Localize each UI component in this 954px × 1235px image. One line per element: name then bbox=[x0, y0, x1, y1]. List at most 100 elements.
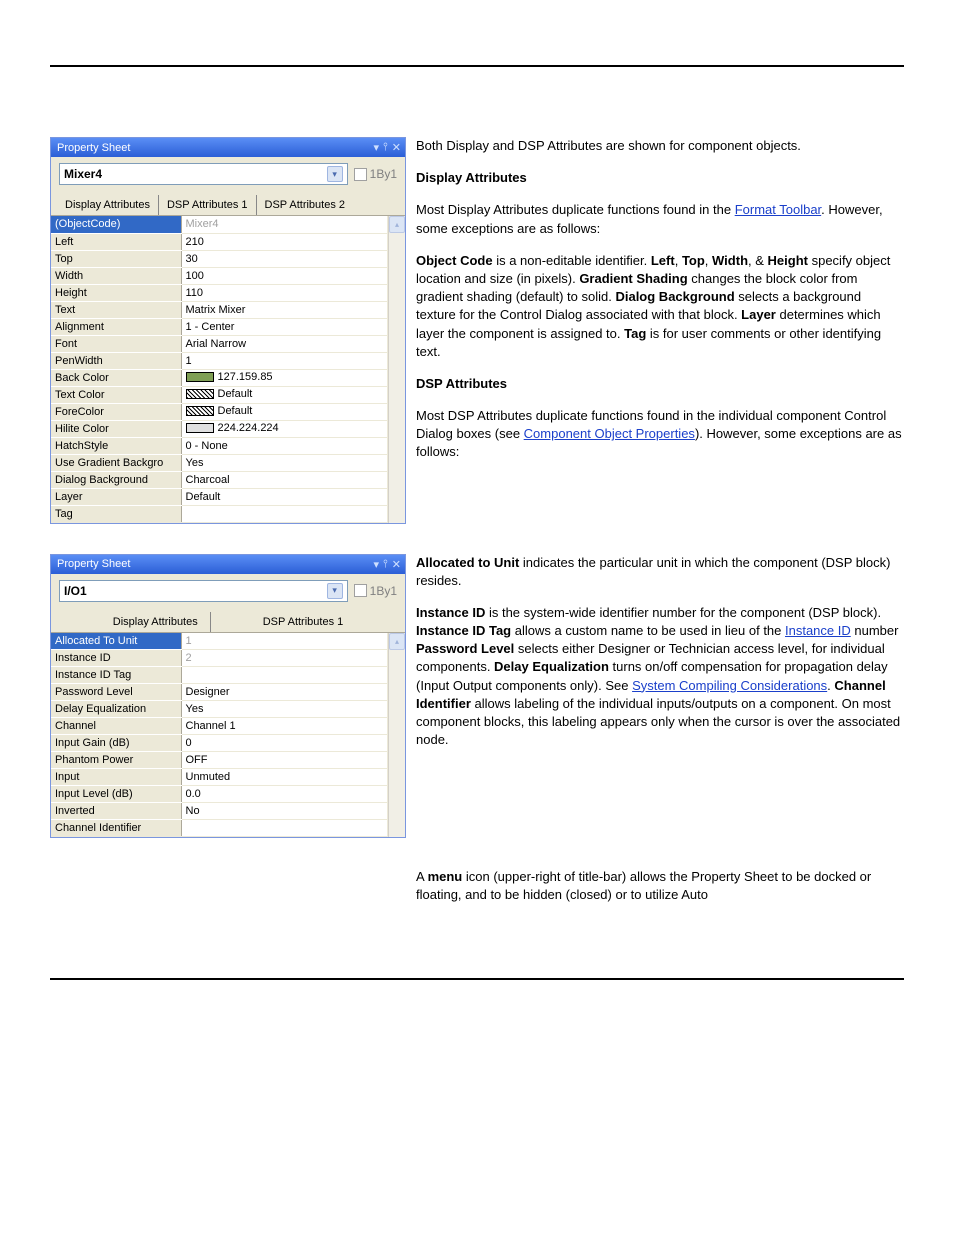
property-value-text: Channel 1 bbox=[186, 720, 236, 732]
ps1-1by1-checkbox[interactable]: 1By1 bbox=[354, 167, 397, 181]
property-row[interactable]: Tag bbox=[51, 505, 388, 522]
property-row[interactable]: FontArial Narrow bbox=[51, 335, 388, 352]
property-row[interactable]: Back Color127.159.85 bbox=[51, 369, 388, 386]
property-row[interactable]: Instance ID Tag bbox=[51, 667, 388, 684]
ps1-1by1-label: 1By1 bbox=[370, 167, 397, 181]
property-row[interactable]: ForeColorDefault bbox=[51, 403, 388, 420]
menu-icon[interactable]: ▾ bbox=[373, 141, 379, 154]
close-icon[interactable]: ✕ bbox=[392, 558, 401, 571]
property-row[interactable]: Width100 bbox=[51, 267, 388, 284]
property-value[interactable]: Yes bbox=[181, 454, 388, 471]
ps2-object-combo[interactable]: I/O1 ▾ bbox=[59, 580, 348, 602]
property-row[interactable]: TextMatrix Mixer bbox=[51, 301, 388, 318]
property-value[interactable]: 0 bbox=[181, 735, 388, 752]
property-row[interactable]: (ObjectCode)Mixer4 bbox=[51, 216, 388, 233]
property-value[interactable] bbox=[181, 820, 388, 837]
property-row[interactable]: InvertedNo bbox=[51, 803, 388, 820]
tab-dsp-attributes-2[interactable]: DSP Attributes 2 bbox=[257, 195, 354, 215]
property-name: Text Color bbox=[51, 386, 181, 403]
row-3: A menu icon (upper-right of title-bar) a… bbox=[50, 868, 904, 918]
property-row[interactable]: LayerDefault bbox=[51, 488, 388, 505]
property-value[interactable]: Channel 1 bbox=[181, 718, 388, 735]
property-value[interactable]: OFF bbox=[181, 752, 388, 769]
tab-display-attributes[interactable]: Display Attributes bbox=[57, 195, 159, 215]
property-value[interactable]: 0.0 bbox=[181, 786, 388, 803]
property-name: Allocated To Unit bbox=[51, 633, 181, 650]
property-row[interactable]: Allocated To Unit1 bbox=[51, 633, 388, 650]
ps2-1by1-checkbox[interactable]: 1By1 bbox=[354, 584, 397, 598]
property-row[interactable]: Alignment1 - Center bbox=[51, 318, 388, 335]
property-row[interactable]: Text ColorDefault bbox=[51, 386, 388, 403]
property-value[interactable] bbox=[181, 505, 388, 522]
ps1-scrollbar[interactable]: ▴ bbox=[388, 216, 405, 523]
property-value[interactable]: 224.224.224 bbox=[181, 420, 388, 437]
property-value[interactable]: Matrix Mixer bbox=[181, 301, 388, 318]
property-row[interactable]: Password LevelDesigner bbox=[51, 684, 388, 701]
property-name: Inverted bbox=[51, 803, 181, 820]
property-value[interactable]: 110 bbox=[181, 284, 388, 301]
scroll-up-icon[interactable]: ▴ bbox=[389, 633, 405, 650]
chevron-down-icon[interactable]: ▾ bbox=[327, 583, 343, 599]
tab-dsp-attributes-1[interactable]: DSP Attributes 1 bbox=[159, 195, 257, 215]
property-value[interactable]: Mixer4 bbox=[181, 216, 388, 233]
property-value[interactable]: 100 bbox=[181, 267, 388, 284]
property-row[interactable]: Top30 bbox=[51, 250, 388, 267]
property-row[interactable]: Delay EqualizationYes bbox=[51, 701, 388, 718]
property-row[interactable]: Input Level (dB)0.0 bbox=[51, 786, 388, 803]
tab-display-attributes[interactable]: Display Attributes bbox=[101, 612, 211, 632]
ps1-titlebar[interactable]: Property Sheet ▾ ⫯ ✕ bbox=[51, 138, 405, 157]
property-value[interactable] bbox=[181, 667, 388, 684]
link-system-compiling[interactable]: System Compiling Considerations bbox=[632, 678, 827, 693]
property-name: Tag bbox=[51, 505, 181, 522]
property-value[interactable]: Designer bbox=[181, 684, 388, 701]
tab-dsp-attributes-1[interactable]: DSP Attributes 1 bbox=[251, 612, 356, 632]
property-value[interactable]: Unmuted bbox=[181, 769, 388, 786]
link-instance-id[interactable]: Instance ID bbox=[785, 623, 851, 638]
ps1-object-combo[interactable]: Mixer4 ▾ bbox=[59, 163, 348, 185]
scroll-up-icon[interactable]: ▴ bbox=[389, 216, 405, 233]
property-value[interactable]: 210 bbox=[181, 233, 388, 250]
property-value[interactable]: 1 bbox=[181, 633, 388, 650]
property-row[interactable]: Input Gain (dB)0 bbox=[51, 735, 388, 752]
property-value[interactable]: 30 bbox=[181, 250, 388, 267]
property-row[interactable]: InputUnmuted bbox=[51, 769, 388, 786]
close-icon[interactable]: ✕ bbox=[392, 141, 401, 154]
link-component-object-properties[interactable]: Component Object Properties bbox=[524, 426, 695, 441]
ps1-combo-value: Mixer4 bbox=[64, 167, 102, 181]
property-row[interactable]: Dialog BackgroundCharcoal bbox=[51, 471, 388, 488]
ps2-titlebar[interactable]: Property Sheet ▾ ⫯ ✕ bbox=[51, 555, 405, 574]
property-value-text: 127.159.85 bbox=[218, 371, 273, 383]
property-value[interactable]: No bbox=[181, 803, 388, 820]
property-value[interactable]: 1 bbox=[181, 352, 388, 369]
property-value[interactable]: Default bbox=[181, 488, 388, 505]
ps2-title-icons: ▾ ⫯ ✕ bbox=[373, 558, 401, 571]
property-row[interactable]: HatchStyle0 - None bbox=[51, 437, 388, 454]
property-value[interactable]: 2 bbox=[181, 650, 388, 667]
pin-icon[interactable]: ⫯ bbox=[383, 141, 388, 154]
property-value[interactable]: 0 - None bbox=[181, 437, 388, 454]
property-sheet-2: Property Sheet ▾ ⫯ ✕ I/O1 ▾ 1By1 bbox=[50, 554, 406, 839]
property-value[interactable]: Charcoal bbox=[181, 471, 388, 488]
menu-icon[interactable]: ▾ bbox=[373, 558, 379, 571]
link-format-toolbar[interactable]: Format Toolbar bbox=[735, 202, 821, 217]
property-row[interactable]: PenWidth1 bbox=[51, 352, 388, 369]
ps2-scrollbar[interactable]: ▴ bbox=[388, 633, 405, 838]
property-row[interactable]: Left210 bbox=[51, 233, 388, 250]
property-row[interactable]: Phantom PowerOFF bbox=[51, 752, 388, 769]
ps1-grid: (ObjectCode)Mixer4Left210Top30Width100He… bbox=[51, 215, 405, 523]
property-row[interactable]: Instance ID2 bbox=[51, 650, 388, 667]
property-row[interactable]: Hilite Color224.224.224 bbox=[51, 420, 388, 437]
chevron-down-icon[interactable]: ▾ bbox=[327, 166, 343, 182]
property-value[interactable]: Default bbox=[181, 386, 388, 403]
property-value[interactable]: 127.159.85 bbox=[181, 369, 388, 386]
property-value[interactable]: Default bbox=[181, 403, 388, 420]
property-row[interactable]: ChannelChannel 1 bbox=[51, 718, 388, 735]
pin-icon[interactable]: ⫯ bbox=[383, 558, 388, 571]
property-row[interactable]: Channel Identifier bbox=[51, 820, 388, 837]
property-value[interactable]: 1 - Center bbox=[181, 318, 388, 335]
property-value[interactable]: Arial Narrow bbox=[181, 335, 388, 352]
property-value[interactable]: Yes bbox=[181, 701, 388, 718]
ps2-1by1-label: 1By1 bbox=[370, 584, 397, 598]
property-row[interactable]: Use Gradient BackgroYes bbox=[51, 454, 388, 471]
property-row[interactable]: Height110 bbox=[51, 284, 388, 301]
